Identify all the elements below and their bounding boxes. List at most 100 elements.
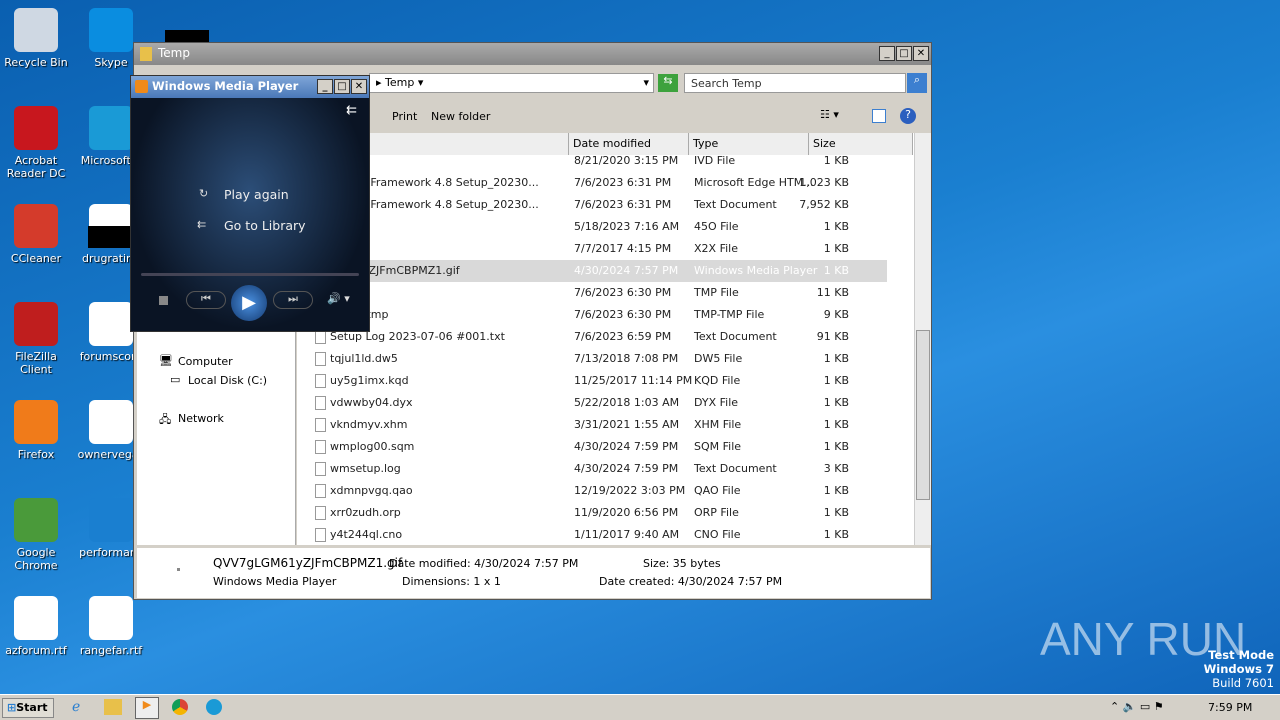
stop-icon[interactable] — [159, 296, 168, 305]
explorer-taskbar-icon[interactable] — [104, 699, 122, 715]
views-icon[interactable]: ☷ ▾ — [820, 108, 839, 121]
desktop-icon-image — [89, 106, 133, 150]
file-row[interactable]: xrr0zudh.orp 11/9/2020 6:56 PM ORP File 1 K… — [297, 502, 887, 524]
close-button[interactable]: ✕ — [913, 46, 929, 61]
file-size: 1 KB — [823, 242, 849, 255]
details-pane: QVV7gLGM61yZJFmCBPMZ1.gif Windows Media … — [137, 548, 930, 598]
ie-icon[interactable]: ℯ — [72, 699, 80, 715]
wmp-close-button[interactable]: ✕ — [351, 79, 367, 94]
help-icon[interactable]: ? — [900, 108, 916, 124]
wmp-minimize-button[interactable]: _ — [317, 79, 333, 94]
start-label: Start — [16, 701, 48, 714]
desktop-icon-image — [14, 8, 58, 52]
file-size: 1,023 KB — [799, 176, 849, 189]
file-row[interactable]: Setup Log 2023-07-06 #001.txt 7/6/2023 6:… — [297, 326, 887, 348]
file-row[interactable]: tqjul1ld.dw5 7/13/2018 7:08 PM DW5 File 1 K… — [297, 348, 887, 370]
volume-icon[interactable]: 🔊 ▾ — [327, 292, 350, 305]
desktop-icon[interactable]: Firefox — [0, 400, 74, 461]
desktop-icon-image — [89, 400, 133, 444]
desktop-icon[interactable]: CCleaner — [0, 204, 74, 265]
file-row[interactable]: 5.tmp7/6/2023 6:30 PMTMP File11 KB — [297, 282, 887, 304]
taskbar: ⊞Start ℯ ▶ ⌃ 🔈 ▭ ⚑ 7:59 PM — [0, 694, 1280, 720]
file-type: ORP File — [694, 506, 739, 519]
desktop-icon[interactable]: azforum.rtf — [0, 596, 74, 657]
file-date: 5/22/2018 1:03 AM — [574, 396, 680, 409]
nav-computer[interactable]: Computer — [178, 355, 233, 368]
file-row[interactable]: ft .NET Framework 4.8 Setup_20230... 7/6/… — [297, 172, 887, 194]
file-name: y4t244ql.cno — [330, 528, 403, 541]
preview-pane-icon[interactable] — [872, 109, 886, 123]
wmp-titlebar[interactable]: Windows Media Player _ □ ✕ — [131, 76, 369, 98]
file-icon — [315, 396, 326, 410]
file-row[interactable]: xdmnpvgq.qao 12/19/2022 3:03 PM QAO File 1 … — [297, 480, 887, 502]
wmp-window: Windows Media Player _ □ ✕ ⇇ ↻ Play again … — [130, 75, 370, 332]
computer-icon: 🖥 — [159, 354, 173, 367]
nav-network[interactable]: Network — [178, 412, 224, 425]
go-to-library-link[interactable]: Go to Library — [224, 218, 306, 233]
start-button[interactable]: ⊞Start — [2, 698, 54, 718]
scrollbar-thumb[interactable] — [916, 330, 930, 500]
address-bar[interactable]: ▸ Temp ▾ ▾ — [369, 73, 654, 93]
test-mode-text: Test Mode — [1208, 648, 1274, 662]
os-name-text: Windows 7 — [1203, 662, 1274, 676]
nav-local-disk[interactable]: Local Disk (C:) — [188, 374, 267, 387]
file-row[interactable]: uy5g1imx.kqd 11/25/2017 11:14 PM KQD File 1… — [297, 370, 887, 392]
desktop-icon-label: CCleaner — [10, 252, 62, 265]
file-type: KQD File — [694, 374, 741, 387]
desktop-icon[interactable]: FileZilla Client — [0, 302, 74, 376]
file-row[interactable]: wmplog00.sqm 4/30/2024 7:59 PM SQM File 1 K… — [297, 436, 887, 458]
file-row[interactable]: 5.tmp-tmp7/6/2023 6:30 PMTMP-TMP File9 K… — [297, 304, 887, 326]
new-folder-button[interactable]: New folder — [431, 110, 490, 123]
file-row[interactable]: wmsetup.log 4/30/2024 7:59 PM Text Documen… — [297, 458, 887, 480]
wmp-taskbar-icon[interactable]: ▶ — [135, 697, 159, 719]
file-row[interactable]: 02.45o5/18/2023 7:16 AM45O File1 KB — [297, 216, 887, 238]
search-input[interactable]: Search Temp — [684, 73, 906, 93]
print-button[interactable]: Print — [392, 110, 417, 123]
tray-icons[interactable]: ⌃ 🔈 ▭ ⚑ — [1110, 700, 1164, 713]
file-row[interactable]: u.x2x7/7/2017 4:15 PMX2X File1 KB — [297, 238, 887, 260]
search-icon[interactable]: ⌕ — [907, 73, 927, 93]
file-type: Microsoft Edge HTM... — [694, 176, 814, 189]
desktop-icon-image — [14, 498, 58, 542]
file-date: 7/6/2023 6:30 PM — [574, 286, 672, 299]
file-row[interactable]: GM61yZJFmCBPMZ1.gif 4/30/2024 7:57 PM Wind… — [297, 260, 887, 282]
file-row[interactable]: y4t244ql.cno 1/11/2017 9:40 AM CNO File 1 K… — [297, 524, 887, 545]
file-type: TMP-TMP File — [694, 308, 765, 321]
explorer-titlebar[interactable]: Temp _ □ ✕ — [134, 43, 931, 65]
breadcrumb[interactable]: Temp — [385, 76, 414, 89]
maximize-button[interactable]: □ — [896, 46, 912, 61]
file-row[interactable]: b.ivd8/21/2020 3:15 PMIVD File1 KB — [297, 150, 887, 172]
switch-to-library-icon[interactable]: ⇇ — [346, 103, 357, 118]
file-type: DYX File — [694, 396, 739, 409]
scrollbar[interactable] — [914, 133, 931, 545]
clock[interactable]: 7:59 PM — [1208, 701, 1252, 714]
desktop-icon[interactable]: Google Chrome — [0, 498, 74, 572]
file-row[interactable]: vkndmyv.xhm 3/31/2021 1:55 AM XHM File 1 KB — [297, 414, 887, 436]
file-size: 1 KB — [823, 440, 849, 453]
seek-bar[interactable] — [141, 273, 359, 276]
edge-taskbar-icon[interactable] — [206, 699, 222, 715]
file-size: 1 KB — [823, 396, 849, 409]
previous-icon[interactable]: ⏮ — [186, 291, 226, 309]
next-icon[interactable]: ⏭ — [273, 291, 313, 309]
drive-icon: ▭ — [170, 373, 181, 386]
play-again-link[interactable]: Play again — [224, 187, 289, 202]
desktop-icon[interactable]: Acrobat Reader DC — [0, 106, 74, 180]
desktop-icon-label: Acrobat Reader DC — [6, 154, 66, 180]
file-type: XHM File — [694, 418, 742, 431]
file-date: 7/13/2018 7:08 PM — [574, 352, 679, 365]
file-icon — [315, 528, 326, 542]
play-icon[interactable]: ▶ — [231, 285, 267, 321]
desktop-icon[interactable]: rangefar.rtf — [73, 596, 149, 657]
wmp-maximize-button[interactable]: □ — [334, 79, 350, 94]
file-size: 91 KB — [816, 330, 849, 343]
refresh-icon[interactable]: ⇆ — [658, 74, 678, 92]
desktop-icon[interactable]: Recycle Bin — [0, 8, 74, 69]
file-row[interactable]: ft .NET Framework 4.8 Setup_20230... 7/6/… — [297, 194, 887, 216]
file-size: 1 KB — [823, 220, 849, 233]
details-date-created: Date created: 4/30/2024 7:57 PM — [599, 575, 783, 588]
file-type: IVD File — [694, 154, 736, 167]
chrome-taskbar-icon[interactable] — [172, 699, 188, 715]
file-row[interactable]: vdwwby04.dyx 5/22/2018 1:03 AM DYX File 1 K… — [297, 392, 887, 414]
minimize-button[interactable]: _ — [879, 46, 895, 61]
